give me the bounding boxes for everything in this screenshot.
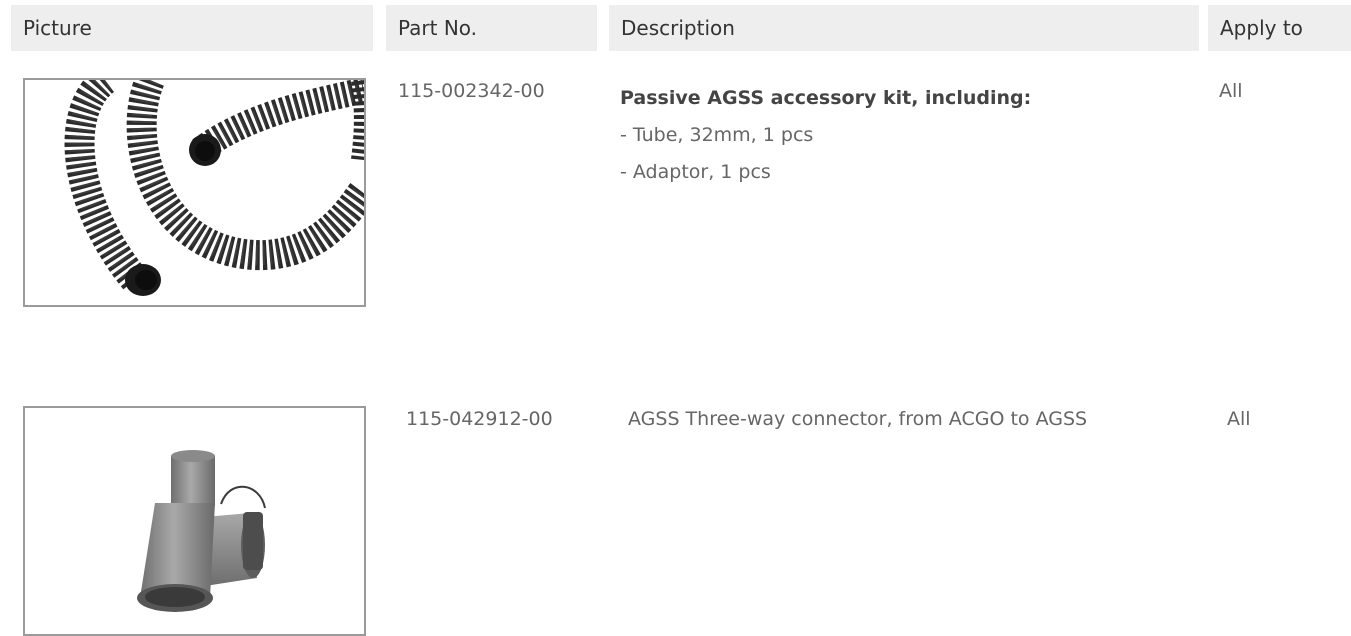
description: Passive AGSS accessory kit, including: -… bbox=[620, 80, 1031, 191]
header-picture: Picture bbox=[11, 5, 373, 51]
apply-to: All bbox=[1219, 80, 1243, 102]
header-part-no: Part No. bbox=[386, 5, 597, 51]
description-title: Passive AGSS accessory kit, including: bbox=[620, 87, 1032, 109]
description-item: - Tube, 32mm, 1 pcs bbox=[620, 124, 814, 146]
description-item: - Adaptor, 1 pcs bbox=[620, 161, 771, 183]
three-way-connector-icon bbox=[137, 450, 266, 612]
header-description: Description bbox=[609, 5, 1199, 51]
part-number: 115-002342-00 bbox=[398, 80, 545, 102]
product-image-connector bbox=[23, 406, 366, 636]
part-number: 115-042912-00 bbox=[406, 408, 553, 430]
header-apply-to: Apply to bbox=[1208, 5, 1351, 51]
apply-to: All bbox=[1227, 408, 1251, 430]
product-image-hose bbox=[23, 78, 366, 307]
corrugated-hose-icon bbox=[64, 80, 364, 296]
description: AGSS Three-way connector, from ACGO to A… bbox=[628, 408, 1088, 430]
